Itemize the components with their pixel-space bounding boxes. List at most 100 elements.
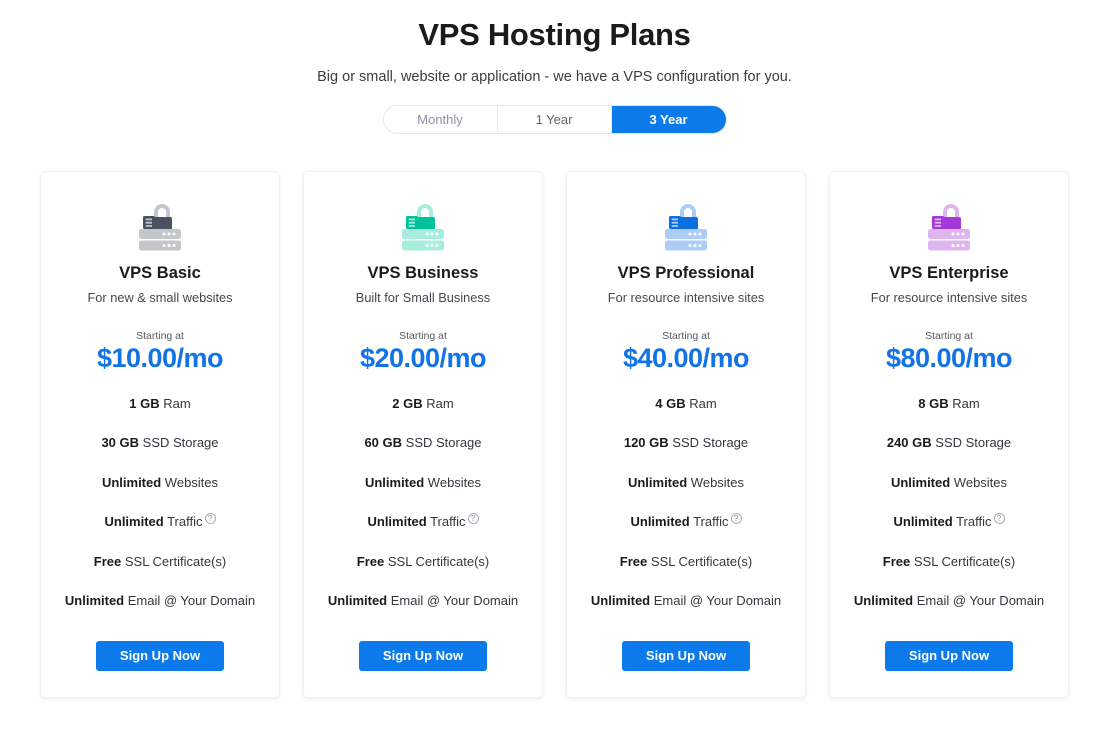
feature-highlight: Free [356,553,385,569]
feature-text: Email @ Your Domain [124,593,256,609]
plan-feature: Unlimited Email @ Your Domain [55,591,265,611]
pricing-cards-row: VPS Basic For new & small websites Startin… [0,170,1109,698]
feature-text: Ram [159,395,191,411]
feature-highlight: 120 GB [623,435,669,451]
feature-text: SSD Storage [139,435,219,451]
feature-highlight: Unlimited [367,514,427,530]
plan-name: VPS Enterprise [889,263,1009,282]
pricing-card: VPS Business Built for Small Business Star… [303,170,543,698]
plan-tagline: For resource intensive sites [870,289,1028,305]
plan-feature: 60 GB SSD Storage [318,433,528,453]
plan-price: $20.00/mo [359,342,487,373]
help-tooltip-icon[interactable]: ? [730,512,742,524]
feature-text: Websites [161,474,219,490]
feature-text: Ram [948,395,980,411]
feature-text: Websites [950,474,1008,490]
feature-highlight: Unlimited [890,474,951,490]
feature-highlight: 60 GB [364,435,403,451]
feature-highlight: 30 GB [101,435,140,451]
plan-feature: Unlimited Traffic? [581,512,791,532]
plan-feature-list: 2 GB Ram 60 GB SSD Storage Unlimited Websi… [318,394,528,631]
plan-feature: Unlimited Websites [581,473,791,493]
plan-feature: 4 GB Ram [581,394,791,414]
plan-feature: Unlimited Traffic? [844,512,1054,532]
feature-highlight: Unlimited [627,474,688,490]
plan-feature: Unlimited Email @ Your Domain [844,591,1054,611]
feature-highlight: 8 GB [918,395,949,411]
plan-name: VPS Basic [119,263,201,282]
pricing-card: VPS Enterprise For resource intensive sit… [829,170,1069,698]
help-tooltip-icon[interactable]: ? [204,512,216,524]
plan-price: $80.00/mo [885,342,1013,373]
feature-text: Websites [424,474,482,490]
plan-feature: Unlimited Websites [318,473,528,493]
feature-text: Email @ Your Domain [387,593,519,609]
feature-highlight: 4 GB [655,395,686,411]
starting-at-label: Starting at [925,329,973,342]
feature-highlight: Unlimited [590,593,651,609]
help-tooltip-icon[interactable]: ? [467,512,479,524]
pricing-page: VPS Hosting Plans Big or small, website … [0,0,1109,745]
plan-feature: Unlimited Websites [844,473,1054,493]
billing-toggle-option-0[interactable]: Monthly [383,105,498,133]
plan-feature-list: 8 GB Ram 240 GB SSD Storage Unlimited Webs… [844,394,1054,631]
plan-feature-list: 1 GB Ram 30 GB SSD Storage Unlimited Websi… [55,394,265,631]
plan-feature: 120 GB SSD Storage [581,433,791,453]
feature-text: SSD Storage [668,435,749,451]
feature-text: Ram [422,395,454,411]
billing-toggle-wrap: Monthly 1 Year 3 Year [0,104,1109,134]
page-title: VPS Hosting Plans [418,17,691,52]
feature-highlight: 1 GB [129,395,160,411]
plan-feature: 240 GB SSD Storage [844,433,1054,453]
pricing-card: VPS Basic For new & small websites Startin… [40,170,280,698]
plan-feature: Free SSL Certificate(s) [581,552,791,572]
server-lock-icon [402,203,444,251]
signup-button[interactable]: Sign Up Now [359,640,487,671]
plan-tagline: Built for Small Business [355,289,491,305]
plan-name: VPS Business [367,263,479,282]
plan-feature: Unlimited Websites [55,473,265,493]
plan-tagline: For resource intensive sites [607,289,765,305]
feature-highlight: Free [93,553,122,569]
plan-feature: Unlimited Email @ Your Domain [318,591,528,611]
plan-feature-list: 4 GB Ram 120 GB SSD Storage Unlimited Webs… [581,394,791,631]
feature-text: SSL Certificate(s) [121,553,227,569]
feature-highlight: Free [882,553,911,569]
help-tooltip-icon[interactable]: ? [993,512,1005,524]
feature-text: SSD Storage [931,435,1012,451]
starting-at-label: Starting at [136,329,184,342]
plan-tagline: For new & small websites [87,289,233,305]
feature-text: Traffic [426,514,466,530]
feature-text: Traffic [952,514,992,530]
feature-highlight: Unlimited [101,474,162,490]
billing-toggle-option-2[interactable]: 3 Year [611,105,726,133]
feature-highlight: Unlimited [630,514,690,530]
plan-feature: 8 GB Ram [844,394,1054,414]
feature-text: Traffic [689,514,729,530]
feature-highlight: 240 GB [886,435,932,451]
signup-button[interactable]: Sign Up Now [622,640,750,671]
pricing-card: VPS Professional For resource intensive s… [566,170,806,698]
feature-highlight: Unlimited [327,593,388,609]
page-subtitle: Big or small, website or application - w… [317,68,792,85]
signup-button[interactable]: Sign Up Now [885,640,1013,671]
plan-feature: Unlimited Email @ Your Domain [581,591,791,611]
feature-text: Email @ Your Domain [650,593,782,609]
plan-price: $10.00/mo [96,342,224,373]
feature-highlight: 2 GB [392,395,423,411]
billing-toggle-option-1[interactable]: 1 Year [497,105,612,133]
feature-text: SSL Certificate(s) [384,553,490,569]
plan-feature: Unlimited Traffic? [318,512,528,532]
plan-price: $40.00/mo [622,342,750,373]
feature-text: SSL Certificate(s) [910,553,1016,569]
plan-feature: 1 GB Ram [55,394,265,414]
server-lock-icon [665,203,707,251]
billing-period-toggle[interactable]: Monthly 1 Year 3 Year [382,104,727,134]
feature-text: Ram [685,395,717,411]
feature-highlight: Unlimited [64,593,125,609]
plan-feature: Free SSL Certificate(s) [318,552,528,572]
feature-text: Email @ Your Domain [913,593,1045,609]
signup-button[interactable]: Sign Up Now [96,640,224,671]
plan-feature: Unlimited Traffic? [55,512,265,532]
feature-highlight: Unlimited [853,593,914,609]
